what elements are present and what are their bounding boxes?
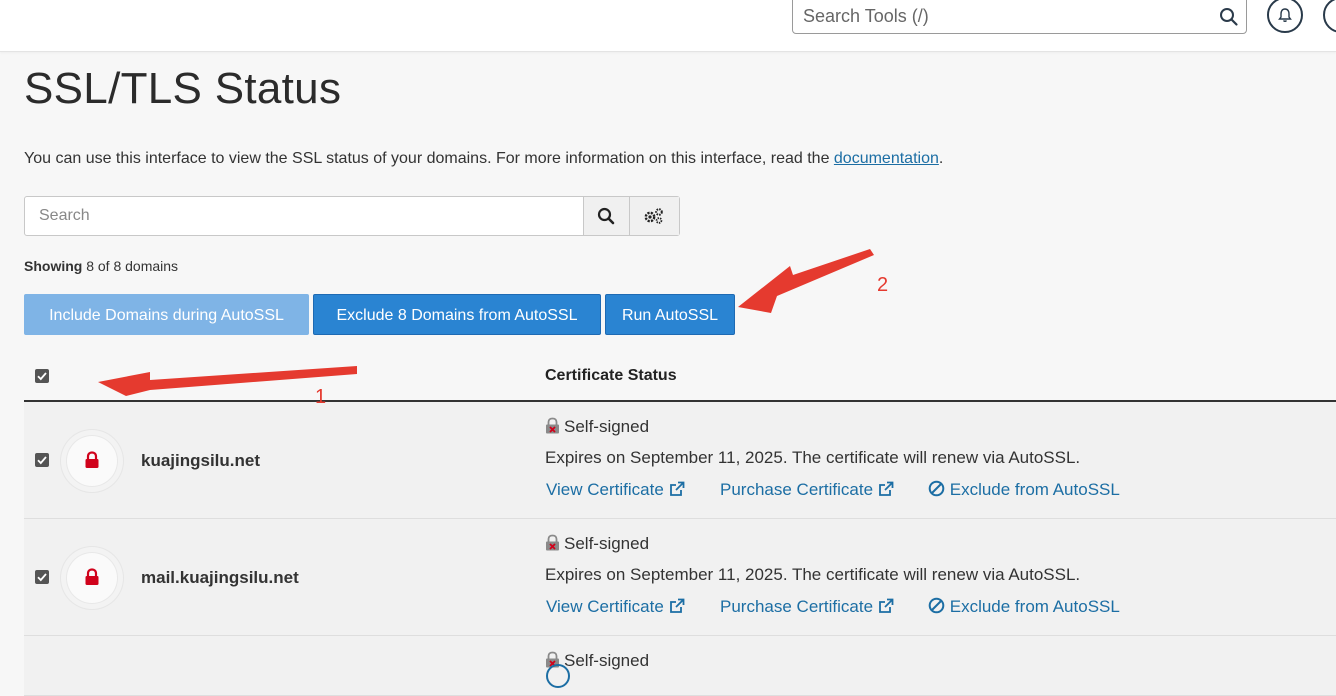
certificate-status: Self-signed [545,534,649,554]
domain-status-indicator [60,429,124,493]
certificate-expiry: Expires on September 11, 2025. The certi… [545,565,1081,584]
checkmark-icon [37,573,47,582]
page-description: You can use this interface to view the S… [24,150,943,168]
view-certificate-link[interactable]: View Certificate [546,597,685,617]
broken-lock-icon [546,417,559,434]
red-lock-icon [85,451,99,468]
table-row: kuajingsilu.net Self-signed Expires on S… [24,402,1336,519]
showing-label: Showing [24,258,83,274]
exclude-domains-button[interactable]: Exclude 8 Domains from AutoSSL [313,294,601,335]
run-autossl-button[interactable]: Run AutoSSL [605,294,735,335]
bell-icon [1278,8,1292,23]
showing-value: 8 of 8 domains [82,258,179,274]
ban-icon [928,597,945,614]
include-domains-button[interactable]: Include Domains during AutoSSL [24,294,309,335]
table-row: mail.kuajingsilu.net Self-signed Expires… [24,519,1336,636]
external-link-icon [669,598,684,613]
exclude-from-autossl-link[interactable]: Exclude from AutoSSL [928,597,1120,617]
purchase-certificate-label: Purchase Certificate [720,597,874,616]
search-icon [597,207,615,225]
arrow-2 [738,249,874,313]
domain-search [24,196,680,236]
purchase-certificate-label: Purchase Certificate [720,480,874,499]
external-link-icon [669,481,684,496]
external-link-icon [878,481,894,496]
tool-search-input[interactable] [793,0,1213,33]
annotation-label-2: 2 [877,274,889,296]
showing-count: Showing 8 of 8 domains [24,258,178,274]
gears-icon [644,208,663,224]
user-menu-button[interactable] [1323,0,1336,33]
broken-lock-icon [546,534,559,551]
domain-status-indicator [60,546,124,610]
annotation-label-1: 1 [315,386,327,408]
tool-search [792,0,1247,34]
view-certificate-label: View Certificate [546,597,664,616]
domain-name: mail.kuajingsilu.net [141,568,299,587]
purchase-certificate-link[interactable]: Purchase Certificate [720,597,894,617]
search-button[interactable] [583,197,629,235]
certificate-status: Self-signed [545,417,649,437]
description-text: You can use this interface to view the S… [24,150,834,167]
red-lock-icon [85,568,99,585]
certificate-status-text: Self-signed [564,417,650,436]
page-title: SSL/TLS Status [24,64,342,113]
search-icon[interactable] [1219,7,1239,27]
checkmark-icon [37,372,47,381]
checkmark-icon [37,456,47,465]
documentation-link[interactable]: documentation [834,150,939,167]
view-certificate-link[interactable]: View Certificate [546,480,685,500]
column-header-certificate-status: Certificate Status [545,367,677,384]
table-header: Certificate Status [24,352,1336,402]
certificate-status-text: Self-signed [564,534,650,553]
search-settings-button[interactable] [629,197,679,235]
exclude-from-autossl-link[interactable]: Exclude from AutoSSL [928,480,1120,500]
view-certificate-label: View Certificate [546,480,664,499]
search-input[interactable] [25,197,583,235]
exclude-from-autossl-label: Exclude from AutoSSL [949,480,1120,499]
external-link-icon [878,598,894,613]
domain-name: kuajingsilu.net [141,451,261,470]
exclude-from-autossl-label: Exclude from AutoSSL [949,597,1120,616]
ban-icon [928,480,945,497]
description-end: . [938,150,944,167]
loading-spinner-icon [546,664,570,688]
table-row: Self-signed [24,636,1336,696]
row-checkbox[interactable] [35,570,49,584]
purchase-certificate-link[interactable]: Purchase Certificate [720,480,894,500]
select-all-checkbox[interactable] [35,369,49,383]
notifications-button[interactable] [1267,0,1303,33]
row-checkbox[interactable] [35,453,49,467]
top-bar [0,0,1336,52]
certificate-status-text: Self-signed [564,651,650,670]
certificate-expiry: Expires on September 11, 2025. The certi… [545,448,1081,467]
